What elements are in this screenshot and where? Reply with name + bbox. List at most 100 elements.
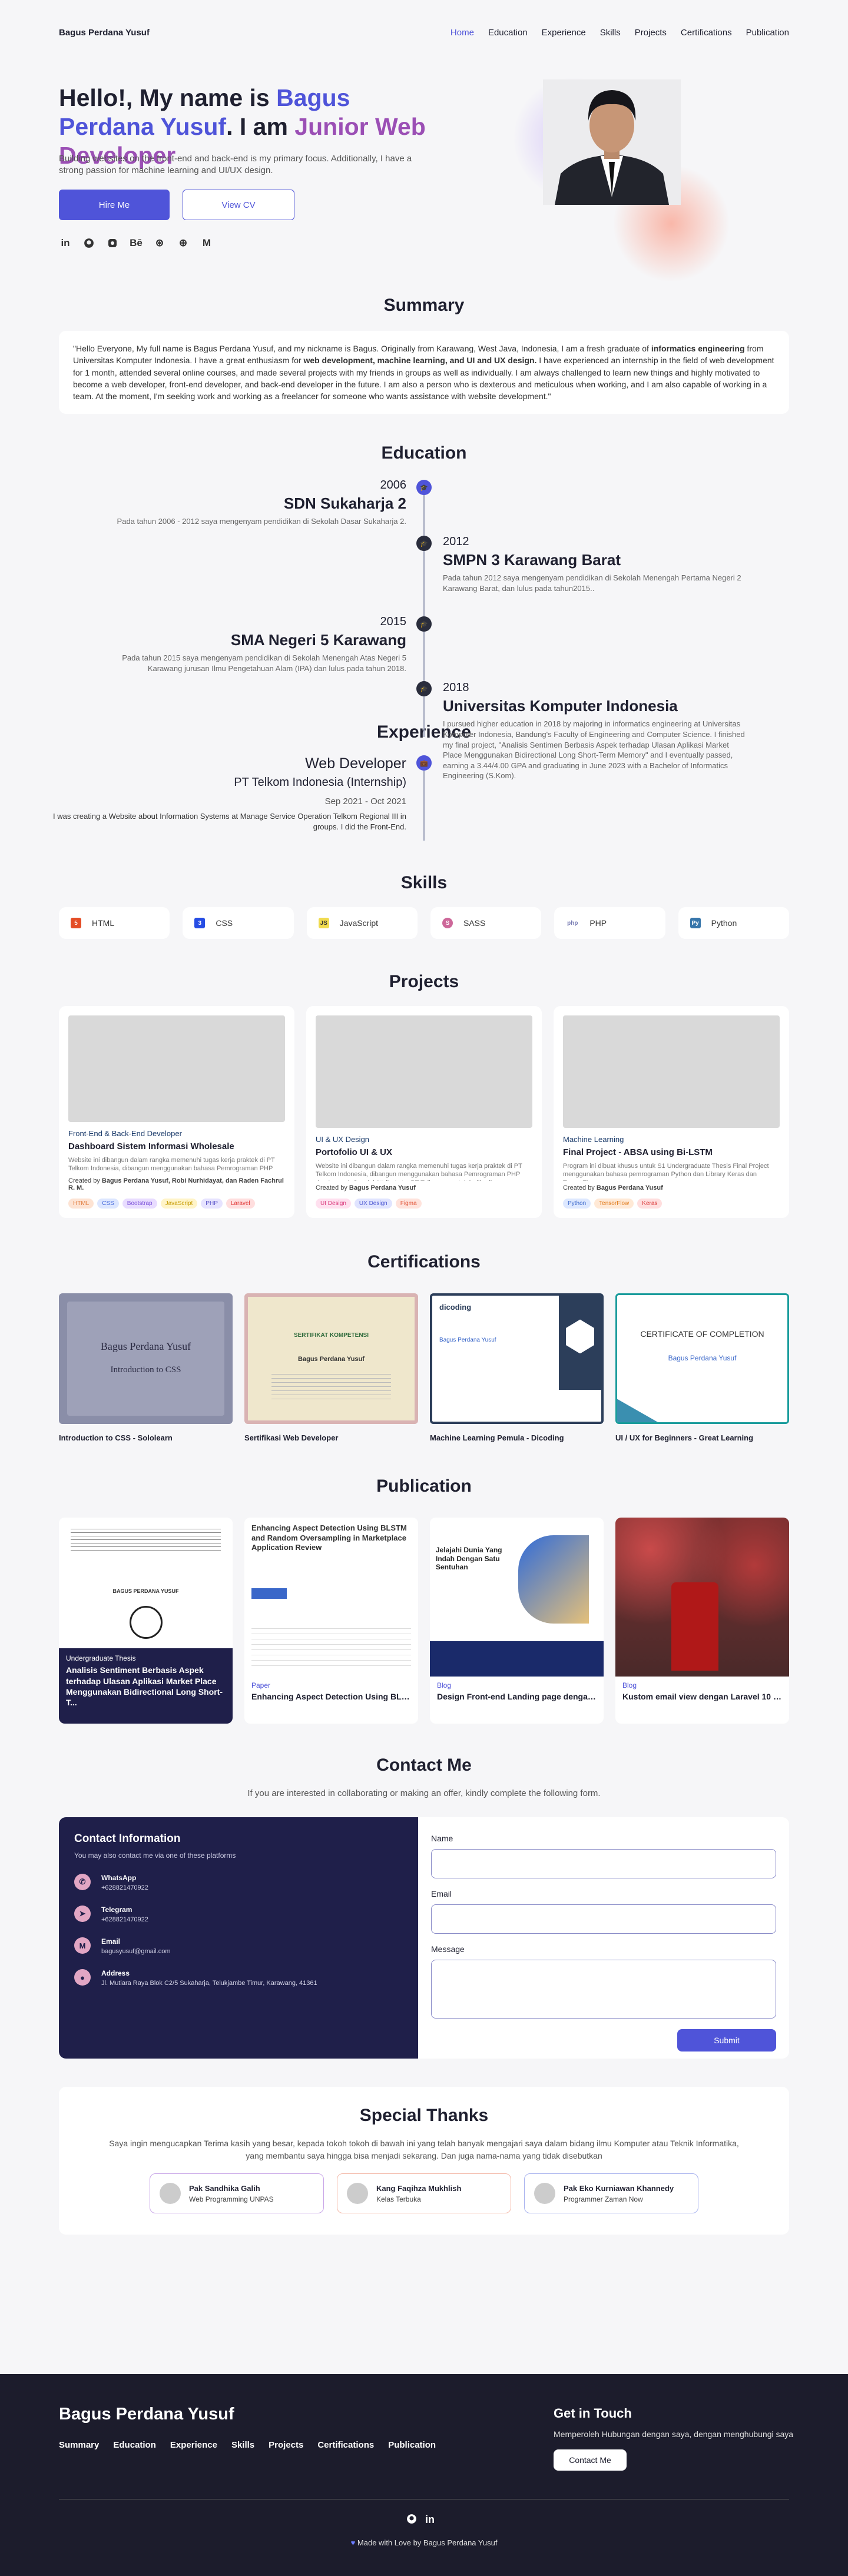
certificate-card[interactable]: Bagus Perdana Yusuf Introduction to CSS …: [59, 1293, 233, 1442]
contact-title: Contact Me: [376, 1755, 472, 1775]
publication-image: [615, 1518, 789, 1677]
nav-publication[interactable]: Publication: [746, 28, 789, 38]
brand-logo[interactable]: Bagus Perdana Yusuf: [59, 28, 150, 38]
graduation-cap-icon: 🎓: [416, 681, 432, 697]
name-field[interactable]: [431, 1849, 776, 1879]
project-card[interactable]: Front-End & Back-End Developer Dashboard…: [59, 1006, 294, 1219]
project-card[interactable]: Machine Learning Final Project - ABSA us…: [554, 1006, 789, 1219]
publication-card[interactable]: Jelajahi Dunia Yang Indah Dengan Satu Se…: [430, 1518, 604, 1724]
footer-link-projects[interactable]: Projects: [269, 2440, 303, 2450]
skills-list: 5 HTML 3 CSS JS JavaScript S SASS php PHP Py P…: [59, 907, 789, 940]
location-icon: ●: [74, 1969, 91, 1986]
footer-socials: in: [406, 2514, 435, 2527]
skill-card: Py Python: [678, 907, 789, 940]
summary-title: Summary: [383, 296, 465, 315]
avatar: [347, 2183, 368, 2205]
education-item: 2006 SDN Sukaharja 2 Pada tahun 2006 - 2…: [117, 479, 406, 526]
codepen-icon[interactable]: ⊕: [177, 237, 190, 250]
avatar: [534, 2183, 555, 2205]
hero-subtitle: Building websites on the front-end and b…: [59, 154, 412, 176]
html5-icon: 5: [71, 918, 81, 929]
experience-timeline: 💼 Web Developer PT Telkom Indonesia (Int…: [0, 755, 848, 855]
skill-card: S SASS: [430, 907, 542, 940]
contact-form: Name Email Message Submit: [418, 1817, 789, 2059]
certificate-card[interactable]: SERTIFIKAT KOMPETENSI Bagus Perdana Yusu…: [244, 1293, 418, 1442]
summary-card: "Hello Everyone, My full name is Bagus P…: [59, 331, 789, 414]
footer-link-experience[interactable]: Experience: [170, 2440, 217, 2450]
contact-row[interactable]: ➤ Telegram +628821470922: [74, 1906, 403, 1923]
footer-link-summary[interactable]: Summary: [59, 2440, 99, 2450]
publication-title: Publication: [376, 1476, 472, 1496]
nav-skills[interactable]: Skills: [600, 28, 621, 38]
get-in-touch-title: Get in Touch: [554, 2406, 632, 2421]
javascript-icon: JS: [318, 918, 329, 929]
nav-home[interactable]: Home: [450, 28, 474, 38]
contact-row[interactable]: ● Address Jl. Mutiara Raya Blok C2/5 Sukah…: [74, 1969, 403, 1987]
experience-item: Web Developer PT Telkom Indonesia (Inter…: [53, 755, 406, 832]
instagram-icon[interactable]: [106, 237, 119, 250]
footer-contact-button[interactable]: Contact Me: [554, 2449, 627, 2471]
publication-image: BAGUS PERDANA YUSUF Undergraduate Thesis…: [59, 1518, 233, 1724]
special-thanks-card: Special Thanks Saya ingin mengucapkan Te…: [59, 2087, 789, 2235]
project-thumbnail: [316, 1015, 532, 1128]
footer-link-publication[interactable]: Publication: [388, 2440, 436, 2450]
publication-card[interactable]: Enhancing Aspect Detection Using BLSTM a…: [244, 1518, 418, 1724]
behance-icon[interactable]: Bē: [130, 237, 143, 250]
contact-card: Contact Information You may also contact…: [59, 1817, 789, 2059]
education-title: Education: [381, 443, 467, 463]
thanks-person: Pak Eko Kurniawan Khannedy Programmer Zam…: [524, 2173, 698, 2214]
footer-copyright: ♥ Made with Love by Bagus Perdana Yusuf: [350, 2538, 498, 2547]
project-tags: Python TensorFlow Keras: [563, 1199, 780, 1209]
certificate-image: CERTIFICATE OF COMPLETION Bagus Perdana …: [615, 1293, 789, 1425]
social-links: in Bē ⊛ ⊕ M: [59, 237, 213, 250]
graduation-cap-icon: 🎓: [416, 480, 432, 496]
nav-links: Home Education Experience Skills Project…: [450, 28, 789, 38]
education-item: 2015 SMA Negeri 5 Karawang Pada tahun 20…: [122, 615, 406, 673]
project-thumbnail: [563, 1015, 780, 1128]
certificate-card[interactable]: CERTIFICATE OF COMPLETION Bagus Perdana …: [615, 1293, 789, 1442]
contact-row[interactable]: M Email bagusyusuf@gmail.com: [74, 1937, 403, 1955]
github-icon[interactable]: [406, 2514, 417, 2527]
hire-me-button[interactable]: Hire Me: [59, 190, 170, 220]
view-cv-button[interactable]: View CV: [183, 190, 294, 220]
nav-certifications[interactable]: Certifications: [681, 28, 732, 38]
php-icon: php: [566, 918, 579, 929]
thanks-person: Pak Sandhika Galih Web Programming UNPAS: [150, 2173, 324, 2214]
nav-experience[interactable]: Experience: [542, 28, 586, 38]
footer-brand: Bagus Perdana Yusuf: [59, 2405, 234, 2424]
profile-photo: [543, 79, 681, 205]
timeline-line: [423, 481, 425, 738]
footer: Bagus Perdana Yusuf Summary Education Ex…: [0, 2374, 848, 2576]
footer-link-skills[interactable]: Skills: [231, 2440, 254, 2450]
certificate-image: Bagus Perdana Yusuf Introduction to CSS: [59, 1293, 233, 1425]
email-field[interactable]: [431, 1904, 776, 1934]
submit-button[interactable]: Submit: [677, 2029, 776, 2052]
education-item: 2012 SMPN 3 Karawang Barat Pada tahun 20…: [443, 535, 741, 593]
skill-card: php PHP: [554, 907, 665, 940]
publication-card[interactable]: Blog Kustom email view dengan Laravel 10 …: [615, 1518, 789, 1724]
publication-card[interactable]: BAGUS PERDANA YUSUF Undergraduate Thesis…: [59, 1518, 233, 1724]
footer-link-education[interactable]: Education: [113, 2440, 156, 2450]
dribbble-icon[interactable]: ⊛: [153, 237, 166, 250]
contact-row[interactable]: ✆ WhatsApp +628821470922: [74, 1874, 403, 1891]
top-navbar: Bagus Perdana Yusuf Home Education Exper…: [0, 0, 848, 65]
medium-icon[interactable]: M: [200, 237, 213, 250]
projects-title: Projects: [389, 972, 459, 992]
nav-education[interactable]: Education: [488, 28, 528, 38]
avatar: [160, 2183, 181, 2205]
message-field[interactable]: [431, 1960, 776, 2019]
certifications-list: Bagus Perdana Yusuf Introduction to CSS …: [59, 1293, 789, 1442]
footer-link-certifications[interactable]: Certifications: [317, 2440, 374, 2450]
nav-projects[interactable]: Projects: [635, 28, 667, 38]
certificate-image: dicoding Bagus Perdana Yusuf: [430, 1293, 604, 1425]
github-icon[interactable]: [82, 237, 95, 250]
certificate-card[interactable]: dicoding Bagus Perdana Yusuf Machine Lea…: [430, 1293, 604, 1442]
project-thumbnail: [68, 1015, 285, 1122]
skill-card: JS JavaScript: [306, 907, 418, 940]
whatsapp-icon: ✆: [74, 1874, 91, 1891]
project-tags: HTML CSS Bootstrap JavaScript PHP Larave…: [68, 1199, 285, 1209]
linkedin-icon[interactable]: in: [59, 237, 72, 250]
linkedin-icon[interactable]: in: [425, 2514, 435, 2527]
graduation-cap-icon: 🎓: [416, 536, 432, 552]
project-card[interactable]: UI & UX Design Portofolio UI & UX Websit…: [306, 1006, 542, 1219]
